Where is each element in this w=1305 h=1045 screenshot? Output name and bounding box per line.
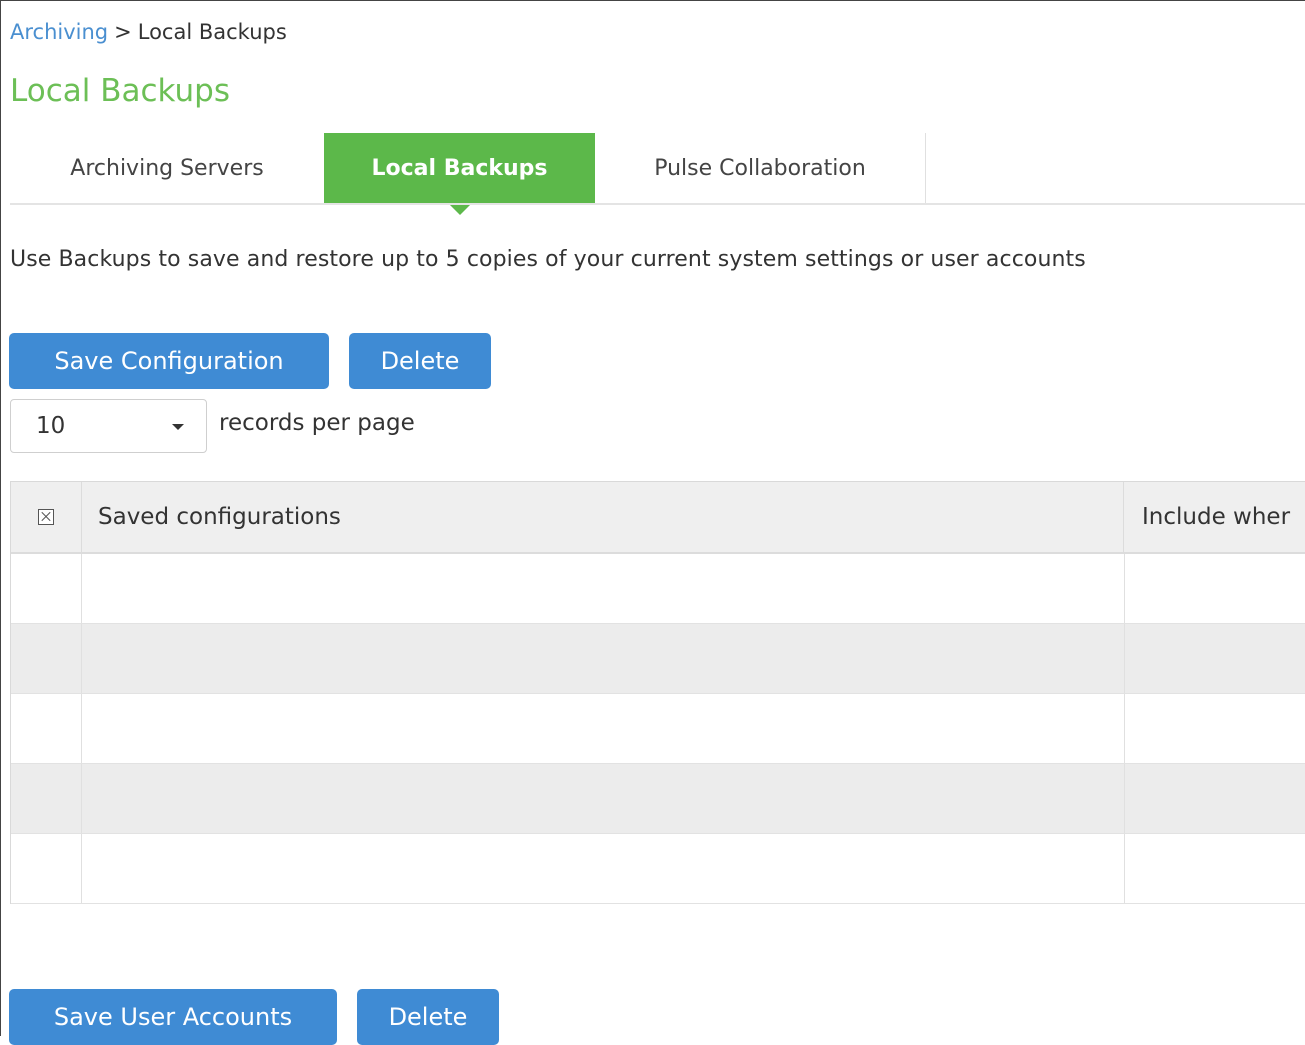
breadcrumb: Archiving > Local Backups xyxy=(10,19,287,45)
column-header-include[interactable]: Include wher xyxy=(1124,482,1305,552)
breadcrumb-separator: > xyxy=(114,20,132,44)
window-frame-left xyxy=(0,0,1,1036)
row-include-cell xyxy=(1124,624,1305,693)
table-row[interactable] xyxy=(11,764,1305,834)
row-select-cell[interactable] xyxy=(11,764,82,833)
column-header-saved-configurations[interactable]: Saved configurations xyxy=(81,482,1124,552)
page-title: Local Backups xyxy=(10,73,230,109)
saved-configurations-table: Saved configurations Include wher xyxy=(10,481,1305,904)
tab-archiving-servers[interactable]: Archiving Servers xyxy=(10,133,324,203)
tab-bar-divider xyxy=(10,203,1305,205)
row-include-cell xyxy=(1124,834,1305,903)
row-include-cell xyxy=(1124,764,1305,833)
caret-down-icon xyxy=(172,424,184,430)
records-per-page-select[interactable]: 10 xyxy=(10,399,207,453)
save-user-accounts-button[interactable]: Save User Accounts xyxy=(9,989,337,1045)
table-header: Saved configurations Include wher xyxy=(11,482,1305,554)
row-select-cell[interactable] xyxy=(11,834,82,903)
header-select-cell xyxy=(11,482,82,552)
breadcrumb-link-archiving[interactable]: Archiving xyxy=(10,20,108,44)
delete-configuration-button[interactable]: Delete xyxy=(349,333,491,389)
row-select-cell[interactable] xyxy=(11,624,82,693)
table-row[interactable] xyxy=(11,834,1305,904)
row-name-cell xyxy=(81,834,1125,903)
tab-local-backups[interactable]: Local Backups xyxy=(324,133,595,215)
window-frame-top xyxy=(0,0,1305,1)
table-row[interactable] xyxy=(11,694,1305,764)
records-per-page-label: records per page xyxy=(219,410,415,436)
save-configuration-button[interactable]: Save Configuration xyxy=(9,333,329,389)
row-include-cell xyxy=(1124,554,1305,623)
tab-pulse-collaboration[interactable]: Pulse Collaboration xyxy=(595,133,926,203)
row-include-cell xyxy=(1124,694,1305,763)
checkbox-icon[interactable] xyxy=(38,509,54,525)
row-select-cell[interactable] xyxy=(11,554,82,623)
backup-description: Use Backups to save and restore up to 5 … xyxy=(10,247,1086,272)
row-name-cell xyxy=(81,624,1125,693)
row-name-cell xyxy=(81,764,1125,833)
delete-user-accounts-button[interactable]: Delete xyxy=(357,989,499,1045)
breadcrumb-current: Local Backups xyxy=(137,20,287,44)
tab-bar: Archiving Servers Local Backups Pulse Co… xyxy=(10,133,1305,215)
row-name-cell xyxy=(81,554,1125,623)
row-select-cell[interactable] xyxy=(11,694,82,763)
records-per-page-value: 10 xyxy=(36,413,66,439)
row-name-cell xyxy=(81,694,1125,763)
table-row[interactable] xyxy=(11,554,1305,624)
table-row[interactable] xyxy=(11,624,1305,694)
